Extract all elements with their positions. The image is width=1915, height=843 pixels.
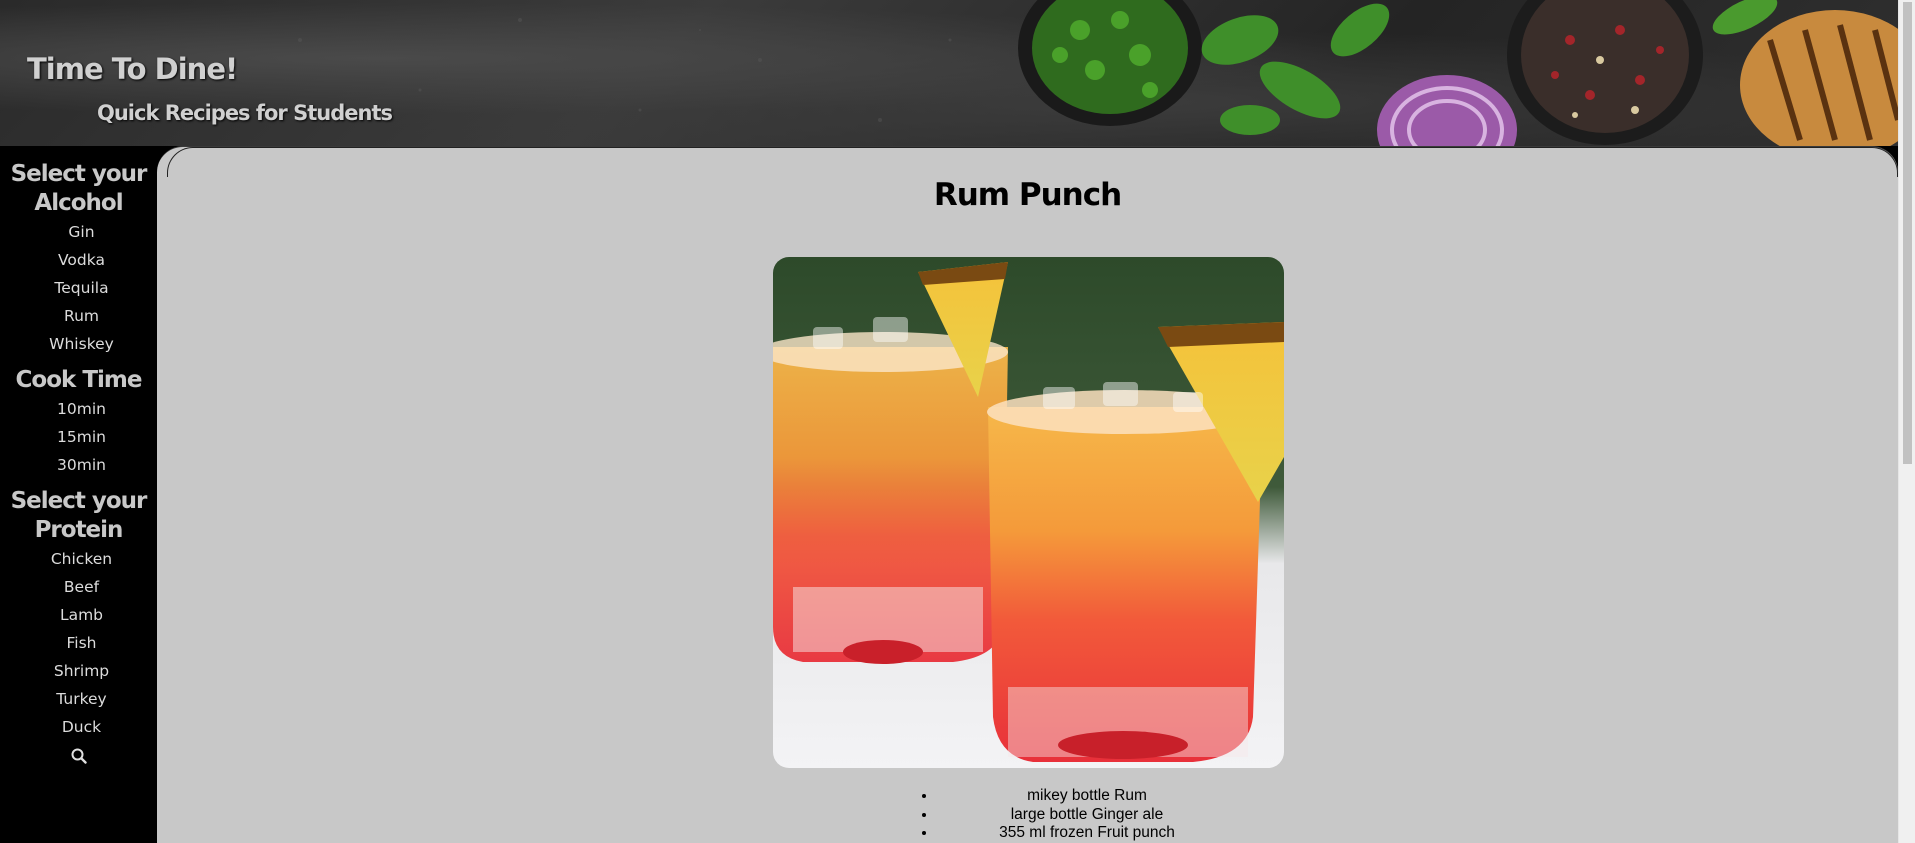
sidebar-item-chicken[interactable]: Chicken xyxy=(0,545,157,573)
sidebar-item-fish[interactable]: Fish xyxy=(0,629,157,657)
recipe-title: Rum Punch xyxy=(933,177,1122,213)
scrollbar-thumb[interactable] xyxy=(1903,2,1912,464)
sidebar-item-lamb[interactable]: Lamb xyxy=(0,601,157,629)
site-title: Time To Dine! xyxy=(27,52,238,86)
search-icon[interactable] xyxy=(70,747,88,765)
cook-time-group: Cook Time 10min 15min 30min xyxy=(0,358,157,479)
sidebar-item-beef[interactable]: Beef xyxy=(0,573,157,601)
header-banner: Time To Dine! Quick Recipes for Students xyxy=(0,0,1898,146)
ingredients-list: mikey bottle Rum large bottle Ginger ale… xyxy=(917,787,1237,843)
panel-border xyxy=(167,147,1898,177)
sidebar-item-gin[interactable]: Gin xyxy=(0,218,157,246)
sidebar-item-10min[interactable]: 10min xyxy=(0,395,157,423)
cook-time-heading: Cook Time xyxy=(15,367,143,393)
sidebar-item-30min[interactable]: 30min xyxy=(0,451,157,479)
alcohol-heading: Select your Alcohol xyxy=(10,161,148,216)
sidebar-item-whiskey[interactable]: Whiskey xyxy=(0,330,157,358)
protein-heading: Select your Protein xyxy=(10,488,148,543)
sidebar-item-duck[interactable]: Duck xyxy=(0,713,157,741)
recipe-panel: Rum Punch • mikey bottle Rum • large bot… xyxy=(157,146,1898,843)
page: Time To Dine! Quick Recipes for Students… xyxy=(0,0,1915,843)
site-subtitle: Quick Recipes for Students xyxy=(97,101,393,125)
sidebar-item-15min[interactable]: 15min xyxy=(0,423,157,451)
alcohol-group: Select your Alcohol Gin Vodka Tequila Ru… xyxy=(0,146,157,358)
ingredient-item: mikey bottle Rum xyxy=(937,787,1237,806)
ingredient-item: 355 ml frozen Fruit punch xyxy=(937,824,1237,843)
sidebar-item-shrimp[interactable]: Shrimp xyxy=(0,657,157,685)
sidebar-item-tequila[interactable]: Tequila xyxy=(0,274,157,302)
main-content: Rum Punch • mikey bottle Rum • large bot… xyxy=(157,146,1898,843)
sidebar-nav: Select your Alcohol Gin Vodka Tequila Ru… xyxy=(0,146,157,843)
page-scrollbar[interactable] xyxy=(1898,0,1915,843)
sidebar-item-rum[interactable]: Rum xyxy=(0,302,157,330)
sidebar-item-vodka[interactable]: Vodka xyxy=(0,246,157,274)
protein-group: Select your Protein Chicken Beef Lamb Fi… xyxy=(0,479,157,741)
sidebar-item-turkey[interactable]: Turkey xyxy=(0,685,157,713)
recipe-image xyxy=(773,257,1284,768)
ingredient-item: large bottle Ginger ale xyxy=(937,806,1237,825)
